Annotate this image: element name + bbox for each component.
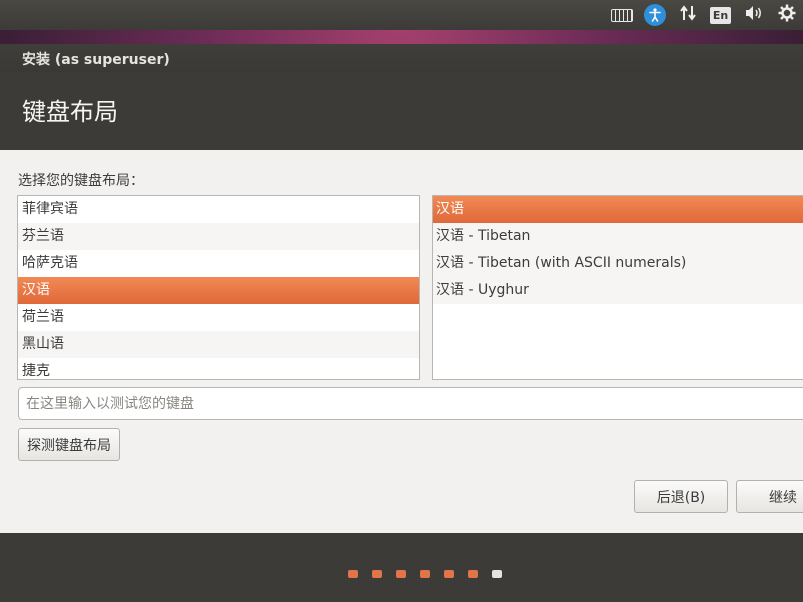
progress-dot-current — [492, 570, 502, 578]
layout-list-item[interactable]: 黑山语 — [18, 331, 419, 358]
variant-list-item[interactable]: 汉语 - Uyghur — [433, 277, 803, 304]
volume-icon — [744, 5, 764, 25]
layout-list-item[interactable]: 芬兰语 — [18, 223, 419, 250]
variant-list-item[interactable]: 汉语 - Tibetan (with ASCII numerals) — [433, 250, 803, 277]
page-title: 键盘布局 — [22, 98, 118, 126]
keyboard-indicator[interactable] — [605, 0, 638, 30]
layout-list-item[interactable]: 荷兰语 — [18, 304, 419, 331]
back-button[interactable]: 后退(B) — [634, 480, 728, 513]
network-icon — [679, 4, 697, 26]
layout-prompt-label: 选择您的键盘布局： — [18, 173, 144, 189]
progress-dot — [468, 570, 478, 578]
language-icon: En — [709, 6, 732, 24]
system-tray: En — [605, 0, 803, 30]
continue-button[interactable]: 继续 — [736, 480, 803, 513]
language-indicator[interactable]: En — [704, 0, 737, 30]
layout-list-item[interactable]: 哈萨克语 — [18, 250, 419, 277]
accessibility-icon — [643, 4, 666, 26]
volume-indicator[interactable] — [737, 0, 770, 30]
progress-dot — [444, 570, 454, 578]
progress-dot — [372, 570, 382, 578]
keyboard-test-input[interactable] — [18, 387, 803, 420]
detect-layout-button[interactable]: 探测键盘布局 — [18, 428, 120, 461]
layout-list-item[interactable]: 菲律宾语 — [18, 196, 419, 223]
page-header: 键盘布局 — [0, 72, 803, 150]
progress-footer — [0, 533, 803, 602]
main-content: 选择您的键盘布局： 菲律宾语 芬兰语 哈萨克语 汉语 荷兰语 黑山语 捷克 汉语… — [0, 150, 803, 533]
progress-dot — [396, 570, 406, 578]
layout-list[interactable]: 菲律宾语 芬兰语 哈萨克语 汉语 荷兰语 黑山语 捷克 — [17, 195, 420, 380]
progress-dots — [348, 570, 502, 578]
layout-list-item-selected[interactable]: 汉语 — [18, 277, 419, 304]
progress-dot — [420, 570, 430, 578]
variant-list[interactable]: 汉语 汉语 - Tibetan 汉语 - Tibetan (with ASCII… — [432, 195, 803, 380]
network-indicator[interactable] — [671, 0, 704, 30]
top-panel: En — [0, 0, 803, 30]
variant-list-item[interactable]: 汉语 - Tibetan — [433, 223, 803, 250]
variant-list-item-selected[interactable]: 汉语 — [433, 196, 803, 223]
accessibility-indicator[interactable] — [638, 0, 671, 30]
gear-icon — [778, 4, 796, 27]
layout-list-item[interactable]: 捷克 — [18, 358, 419, 379]
progress-dot — [348, 570, 358, 578]
session-indicator[interactable] — [770, 0, 803, 30]
window-title[interactable]: 安装 (as superuser) — [0, 44, 803, 72]
keyboard-icon — [610, 8, 633, 22]
installer-window: 安装 (as superuser) 键盘布局 选择您的键盘布局： 菲律宾语 芬兰… — [0, 44, 803, 602]
